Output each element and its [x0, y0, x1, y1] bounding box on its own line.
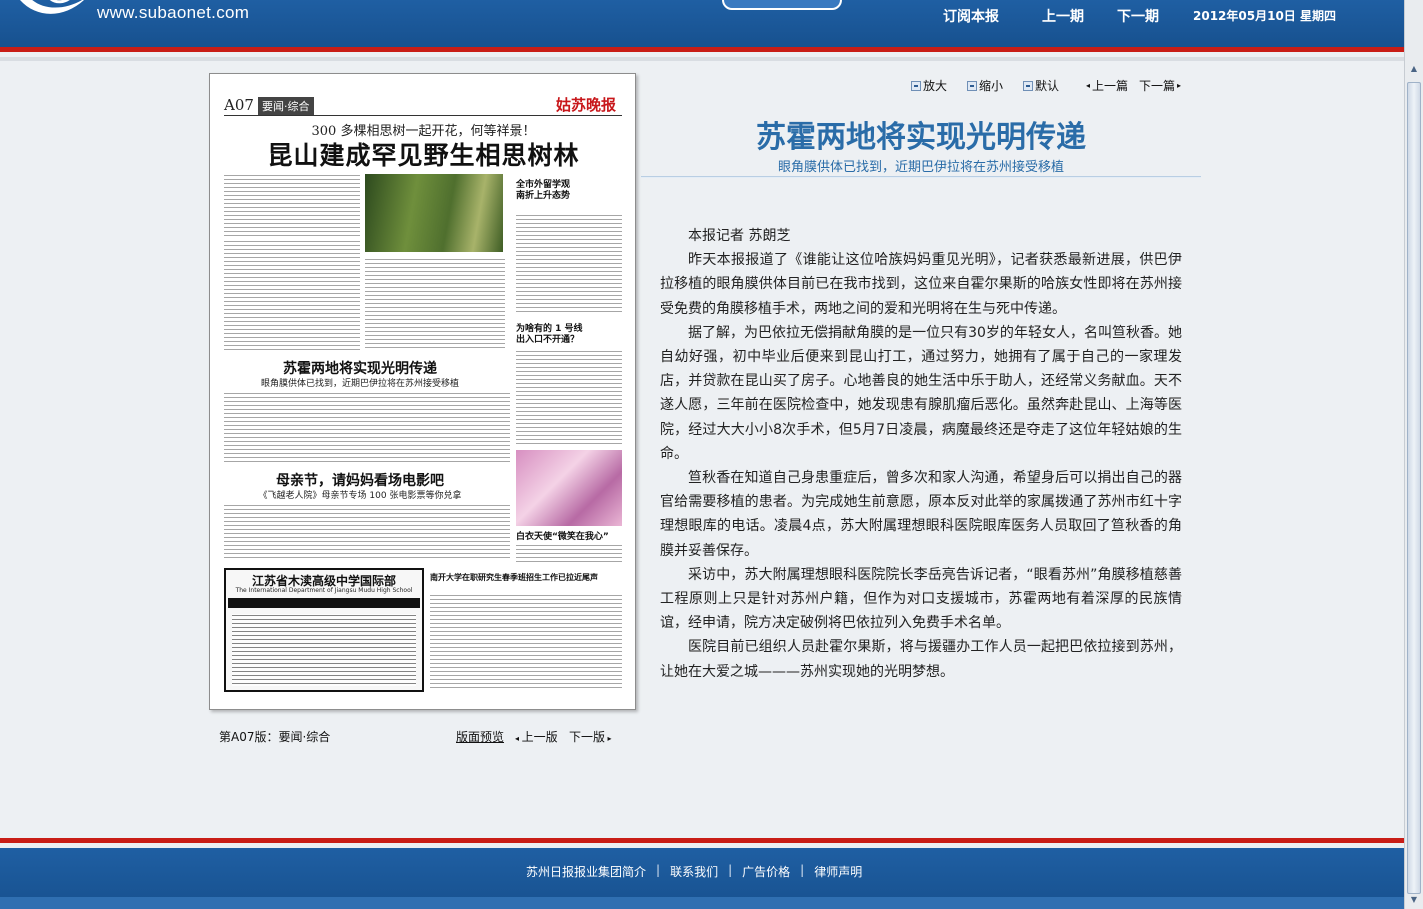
prev-article-link[interactable]: ◂ 上一篇 — [1086, 77, 1128, 94]
footer-separator: | — [800, 863, 805, 877]
paper-advert-university-title[interactable]: 南开大学在职研究生春季班招生工作已拉近尾声 — [430, 572, 625, 583]
zoom-out-button[interactable]: 缩小 — [967, 77, 1003, 94]
site-url[interactable]: www.subaonet.com — [97, 3, 249, 23]
ad-subtitle: The International Department of Jiangsu … — [235, 587, 413, 594]
default-size-button[interactable]: 默认 — [1023, 77, 1059, 94]
paper-photo-caption: 白衣天使“微笑在我心” — [516, 532, 609, 542]
footer-link-about[interactable]: 苏州日报报业集团简介 — [526, 863, 646, 880]
nav-next-issue[interactable]: 下一期 — [1117, 6, 1159, 26]
header-divider — [0, 57, 1404, 61]
page-preview-link[interactable]: 版面预览 — [456, 728, 504, 745]
paper-story-subhead: 眼角膜供体已找到，近期巴伊拉将在苏州接受移植 — [260, 379, 459, 389]
search-tab[interactable] — [722, 0, 842, 10]
nav-prev-issue[interactable]: 上一期 — [1042, 6, 1084, 26]
footer-link-ad-price[interactable]: 广告价格 — [742, 863, 790, 880]
site-header: www.subaonet.com 订阅本报 上一期 下一期 2012年05月10… — [0, 0, 1404, 52]
article-paragraph: 笪秋香在知道自己身患重症后，曾多次和家人沟通，希望身后可以捐出自己的器官给需要移… — [660, 470, 1182, 559]
paper-side-title-2[interactable]: 为啥有的 1 号线 出入口不开通？ — [516, 324, 583, 346]
article-body: 本报记者 苏朗芝 昨天本报报道了《谁能让这位哈族妈妈重见光明》，记者获悉最新进展… — [660, 224, 1182, 684]
article-paragraph: 据了解，为巴依拉无偿捐献角膜的是一位只有30岁的年轻女人，名叫笪秋香。她自幼好强… — [660, 324, 1182, 462]
article-paragraph: 医院目前已组织人员赴霍尔果斯，将与援疆办工作人员一起把巴依拉接到苏州，让她在大爱… — [660, 639, 1182, 680]
zoom-out-label: 缩小 — [979, 79, 1004, 93]
paper-photo-nurses — [516, 450, 622, 526]
paper-text-block — [516, 214, 622, 314]
footer-bottom-bar — [0, 897, 1404, 909]
footer-separator: | — [728, 863, 733, 877]
ad-text-block — [232, 614, 416, 686]
logo-icon — [20, 0, 84, 14]
site-footer: 苏州日报报业集团简介 | 联系我们 | 广告价格 | 律师声明 — [0, 848, 1404, 909]
default-size-icon — [1023, 80, 1033, 91]
paper-section-label: 要闻·综合 — [258, 97, 314, 115]
article-divider — [641, 176, 1201, 178]
footer-divider — [0, 838, 1404, 843]
ad-band — [228, 598, 420, 608]
next-article-label: 下一篇 — [1139, 79, 1176, 93]
paper-text-block — [516, 350, 622, 446]
article-subtitle: 眼角膜供体已找到，近期巴伊拉将在苏州接受移植 — [777, 160, 1064, 175]
paper-text-block — [224, 504, 510, 560]
paper-side-title-1[interactable]: 全市外留学观 南折上升态势 — [516, 180, 570, 202]
chevron-right-icon: ▸ — [605, 734, 612, 743]
scroll-thumb[interactable] — [1407, 82, 1421, 894]
vertical-scrollbar[interactable]: ▲ ▼ — [1404, 0, 1423, 909]
article-paragraph: 采访中，苏大附属理想眼科医院院长李岳亮告诉记者，“眼看苏州”角膜移植慈善工程原则… — [660, 566, 1182, 632]
chevron-left-icon: ◂ — [1086, 81, 1091, 90]
chevron-right-icon: ▸ — [1177, 81, 1182, 90]
article-byline: 本报记者 苏朗芝 — [688, 228, 791, 244]
paper-text-block — [516, 544, 622, 564]
footer-link-contact[interactable]: 联系我们 — [670, 863, 718, 880]
zoom-in-label: 放大 — [923, 79, 948, 93]
paper-story-subhead: 《飞越老人院》母亲节专场 100 张电影票等你兑拿 — [258, 491, 462, 501]
scroll-down-icon[interactable]: ▼ — [1407, 893, 1421, 907]
next-page-link[interactable]: 下一版 ▸ — [569, 728, 612, 745]
zoom-in-icon — [911, 80, 921, 91]
paper-page-number: A07 — [224, 96, 254, 114]
footer-link-legal[interactable]: 律师声明 — [814, 863, 862, 880]
paper-advert-school[interactable]: 江苏省木渎高级中学国际部 The International Departmen… — [224, 568, 424, 692]
paper-text-block — [224, 174, 360, 236]
newspaper-page-thumbnail[interactable]: A07 要闻·综合 姑苏晚报 300 多棵相思树一起开花，何等祥景！ 昆山建成罕… — [209, 73, 636, 710]
paper-page-header: A07 要闻·综合 姑苏晚报 — [224, 96, 622, 116]
paper-text-block — [430, 594, 622, 690]
scroll-up-icon[interactable]: ▲ — [1407, 62, 1421, 76]
paper-text-block — [224, 240, 360, 350]
paper-lead-headline[interactable]: 昆山建成罕见野生相思树林 — [210, 136, 635, 172]
footer-links: 苏州日报报业集团简介 | 联系我们 | 广告价格 | 律师声明 — [526, 863, 862, 880]
next-page-label: 下一版 — [569, 730, 606, 744]
page-caption: 第A07版：要闻·综合 — [219, 730, 331, 744]
paper-story-headline[interactable]: 苏霍两地将实现光明传递 — [210, 358, 510, 378]
paper-story-headline[interactable]: 母亲节，请妈妈看场电影吧 — [210, 470, 510, 490]
article-paragraph: 昨天本报报道了《谁能让这位哈族妈妈重见光明》，记者获悉最新进展，供巴伊拉移植的眼… — [660, 252, 1182, 317]
next-article-link[interactable]: 下一篇 ▸ — [1139, 77, 1181, 94]
zoom-out-icon — [967, 80, 977, 91]
prev-page-link[interactable]: ◂ 上一版 — [515, 728, 558, 745]
issue-date: 2012年05月10日 星期四 — [1193, 9, 1336, 23]
paper-text-block — [224, 392, 510, 464]
default-size-label: 默认 — [1035, 79, 1060, 93]
nav-subscribe[interactable]: 订阅本报 — [943, 6, 999, 26]
prev-page-label: 上一版 — [521, 730, 558, 744]
paper-text-block — [365, 258, 505, 350]
article-title: 苏霍两地将实现光明传递 — [756, 120, 1086, 155]
zoom-in-button[interactable]: 放大 — [911, 77, 947, 94]
footer-separator: | — [656, 863, 661, 877]
paper-masthead: 姑苏晚报 — [555, 96, 616, 114]
prev-article-label: 上一篇 — [1092, 79, 1129, 93]
paper-photo-trees — [365, 174, 503, 252]
